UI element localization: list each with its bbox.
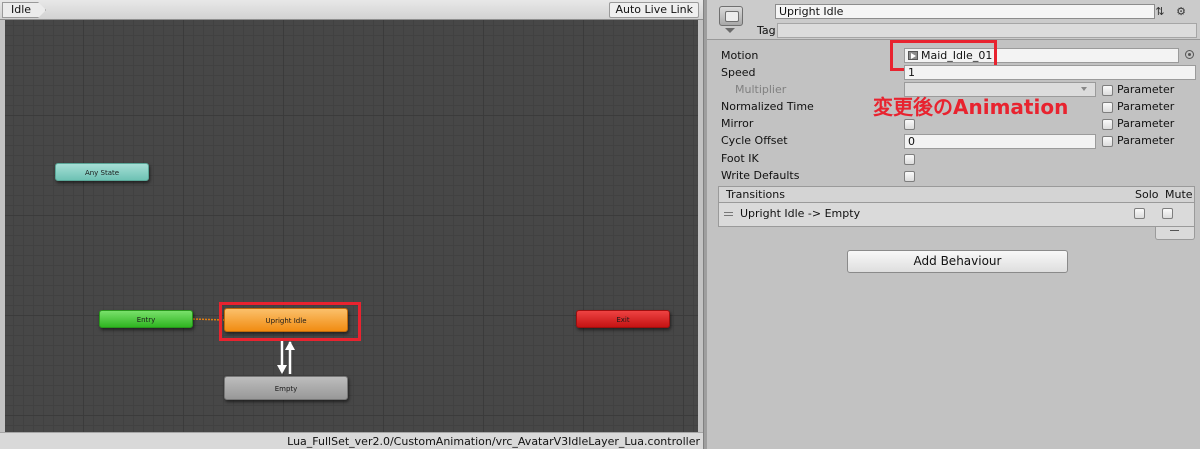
cycle-offset-field[interactable]: 0 (904, 134, 1096, 149)
transitions-title: Transitions (726, 188, 785, 201)
empty-node[interactable]: Empty (224, 376, 348, 400)
chevron-down-icon (1081, 87, 1087, 91)
list-item[interactable]: Upright Idle -> Empty (718, 203, 1195, 227)
multiplier-parameter-label: Parameter (1117, 83, 1175, 96)
write-defaults-checkbox[interactable] (904, 171, 915, 182)
drag-handle-icon[interactable] (724, 212, 733, 216)
inspector-header: Upright Idle ⇅ ⚙ Tag (707, 0, 1200, 40)
add-behaviour-button[interactable]: Add Behaviour (847, 250, 1068, 273)
empty-to-upright-arrowhead (285, 341, 295, 350)
mirror-checkbox[interactable] (904, 119, 915, 130)
mirror-parameter-label: Parameter (1117, 117, 1175, 130)
chevron-down-icon[interactable] (725, 28, 735, 33)
speed-field[interactable]: 1 (904, 65, 1196, 80)
list-footer (1155, 227, 1195, 240)
mute-checkbox[interactable] (1162, 208, 1173, 219)
state-name-field[interactable]: Upright Idle (775, 4, 1155, 19)
animator-status-bar: Lua_FullSet_ver2.0/CustomAnimation/vrc_A… (0, 432, 703, 449)
inspector-header-icons[interactable]: ⇅ ⚙ (1155, 5, 1190, 18)
animator-toolbar: Idle Auto Live Link (0, 0, 703, 20)
layer-breadcrumb[interactable]: Idle (2, 2, 46, 18)
auto-live-link-button[interactable]: Auto Live Link (609, 2, 699, 18)
controller-asset-path: Lua_FullSet_ver2.0/CustomAnimation/vrc_A… (287, 435, 700, 448)
tag-label: Tag (757, 24, 776, 37)
transition-label: Upright Idle -> Empty (740, 207, 861, 220)
mute-column-label: Mute (1165, 188, 1193, 201)
inspector-panel: Upright Idle ⇅ ⚙ Tag Motion Maid_Idle_01… (707, 0, 1200, 449)
mirror-parameter-checkbox[interactable] (1102, 119, 1113, 130)
normalized-time-parameter-label: Parameter (1117, 100, 1175, 113)
annotation-text: 変更後のAnimation (873, 95, 1069, 119)
upright-idle-node[interactable]: Upright Idle (224, 308, 348, 332)
animator-state-icon (719, 6, 743, 26)
foot-ik-label: Foot IK (721, 152, 759, 165)
transitions-list: Transitions Solo Mute Upright Idle -> Em… (718, 186, 1195, 227)
remove-transition-button[interactable] (1170, 230, 1179, 231)
write-defaults-label: Write Defaults (721, 169, 800, 182)
foot-ik-checkbox[interactable] (904, 154, 915, 165)
motion-label: Motion (721, 49, 759, 62)
solo-checkbox[interactable] (1134, 208, 1145, 219)
multiplier-parameter-checkbox[interactable] (1102, 85, 1113, 96)
multiplier-label: Multiplier (735, 83, 787, 96)
state-machine-graph[interactable]: Any State Entry Exit Upright Idle Empty (5, 20, 698, 432)
cycle-offset-parameter-label: Parameter (1117, 134, 1175, 147)
any-state-node[interactable]: Any State (55, 163, 149, 181)
object-picker-icon[interactable] (1185, 50, 1194, 59)
transition-arrows (192, 318, 295, 374)
speed-label: Speed (721, 66, 756, 79)
solo-column-label: Solo (1135, 188, 1159, 201)
animator-window: Idle Auto Live Link Any State Entry Exit… (0, 0, 703, 449)
normalized-time-label: Normalized Time (721, 100, 814, 113)
entry-node[interactable]: Entry (99, 310, 193, 328)
cycle-offset-parameter-checkbox[interactable] (1102, 136, 1113, 147)
transitions-header: Transitions Solo Mute (718, 186, 1195, 203)
exit-node[interactable]: Exit (576, 310, 670, 328)
normalized-time-parameter-checkbox[interactable] (1102, 102, 1113, 113)
tag-field[interactable] (777, 23, 1197, 38)
mirror-label: Mirror (721, 117, 754, 130)
upright-to-empty-arrowhead (277, 365, 287, 374)
cycle-offset-label: Cycle Offset (721, 134, 788, 147)
